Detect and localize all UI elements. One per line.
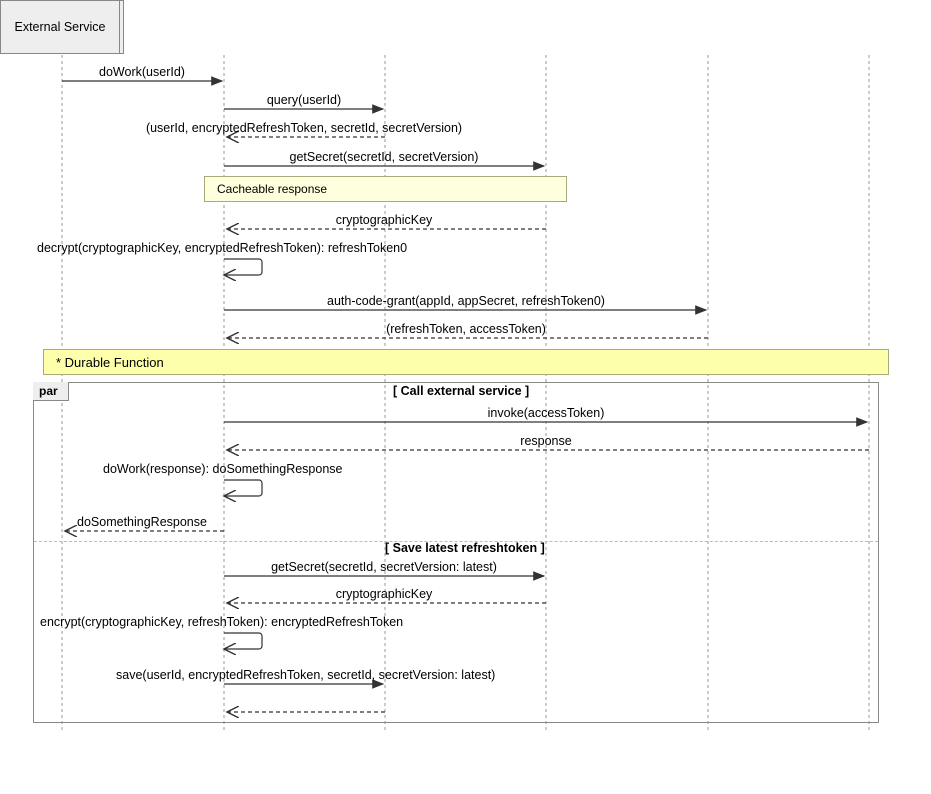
msg-return-tuple: (userId, encryptedRefreshToken, secretId… <box>145 121 463 135</box>
msg-return-tokens: (refreshToken, accessToken) <box>224 322 708 336</box>
note-text: Cacheable response <box>217 182 327 196</box>
participant-external-service-bottom: External Service <box>0 0 120 54</box>
msg-query-userid: query(userId) <box>224 93 384 107</box>
participant-label: External Service <box>14 20 105 34</box>
msg-getsecret: getSecret(secretId, secretVersion) <box>224 150 544 164</box>
fragment-title-call-external: [ Call external service ] <box>393 384 529 398</box>
note-durable-function: * Durable Function <box>43 349 889 375</box>
msg-auth-code-grant: auth-code-grant(appId, appSecret, refres… <box>224 294 708 308</box>
note-cacheable: Cacheable response <box>204 176 567 202</box>
fragment-par-label: par <box>33 382 69 401</box>
msg-decrypt: decrypt(cryptographicKey, encryptedRefre… <box>37 241 417 255</box>
msg-cryptokey1: cryptographicKey <box>224 213 544 227</box>
msg-dowork-userid: doWork(userId) <box>62 65 222 79</box>
note-text: * Durable Function <box>56 355 164 370</box>
fragment-title-save-token: [ Save latest refreshtoken ] <box>385 541 545 555</box>
